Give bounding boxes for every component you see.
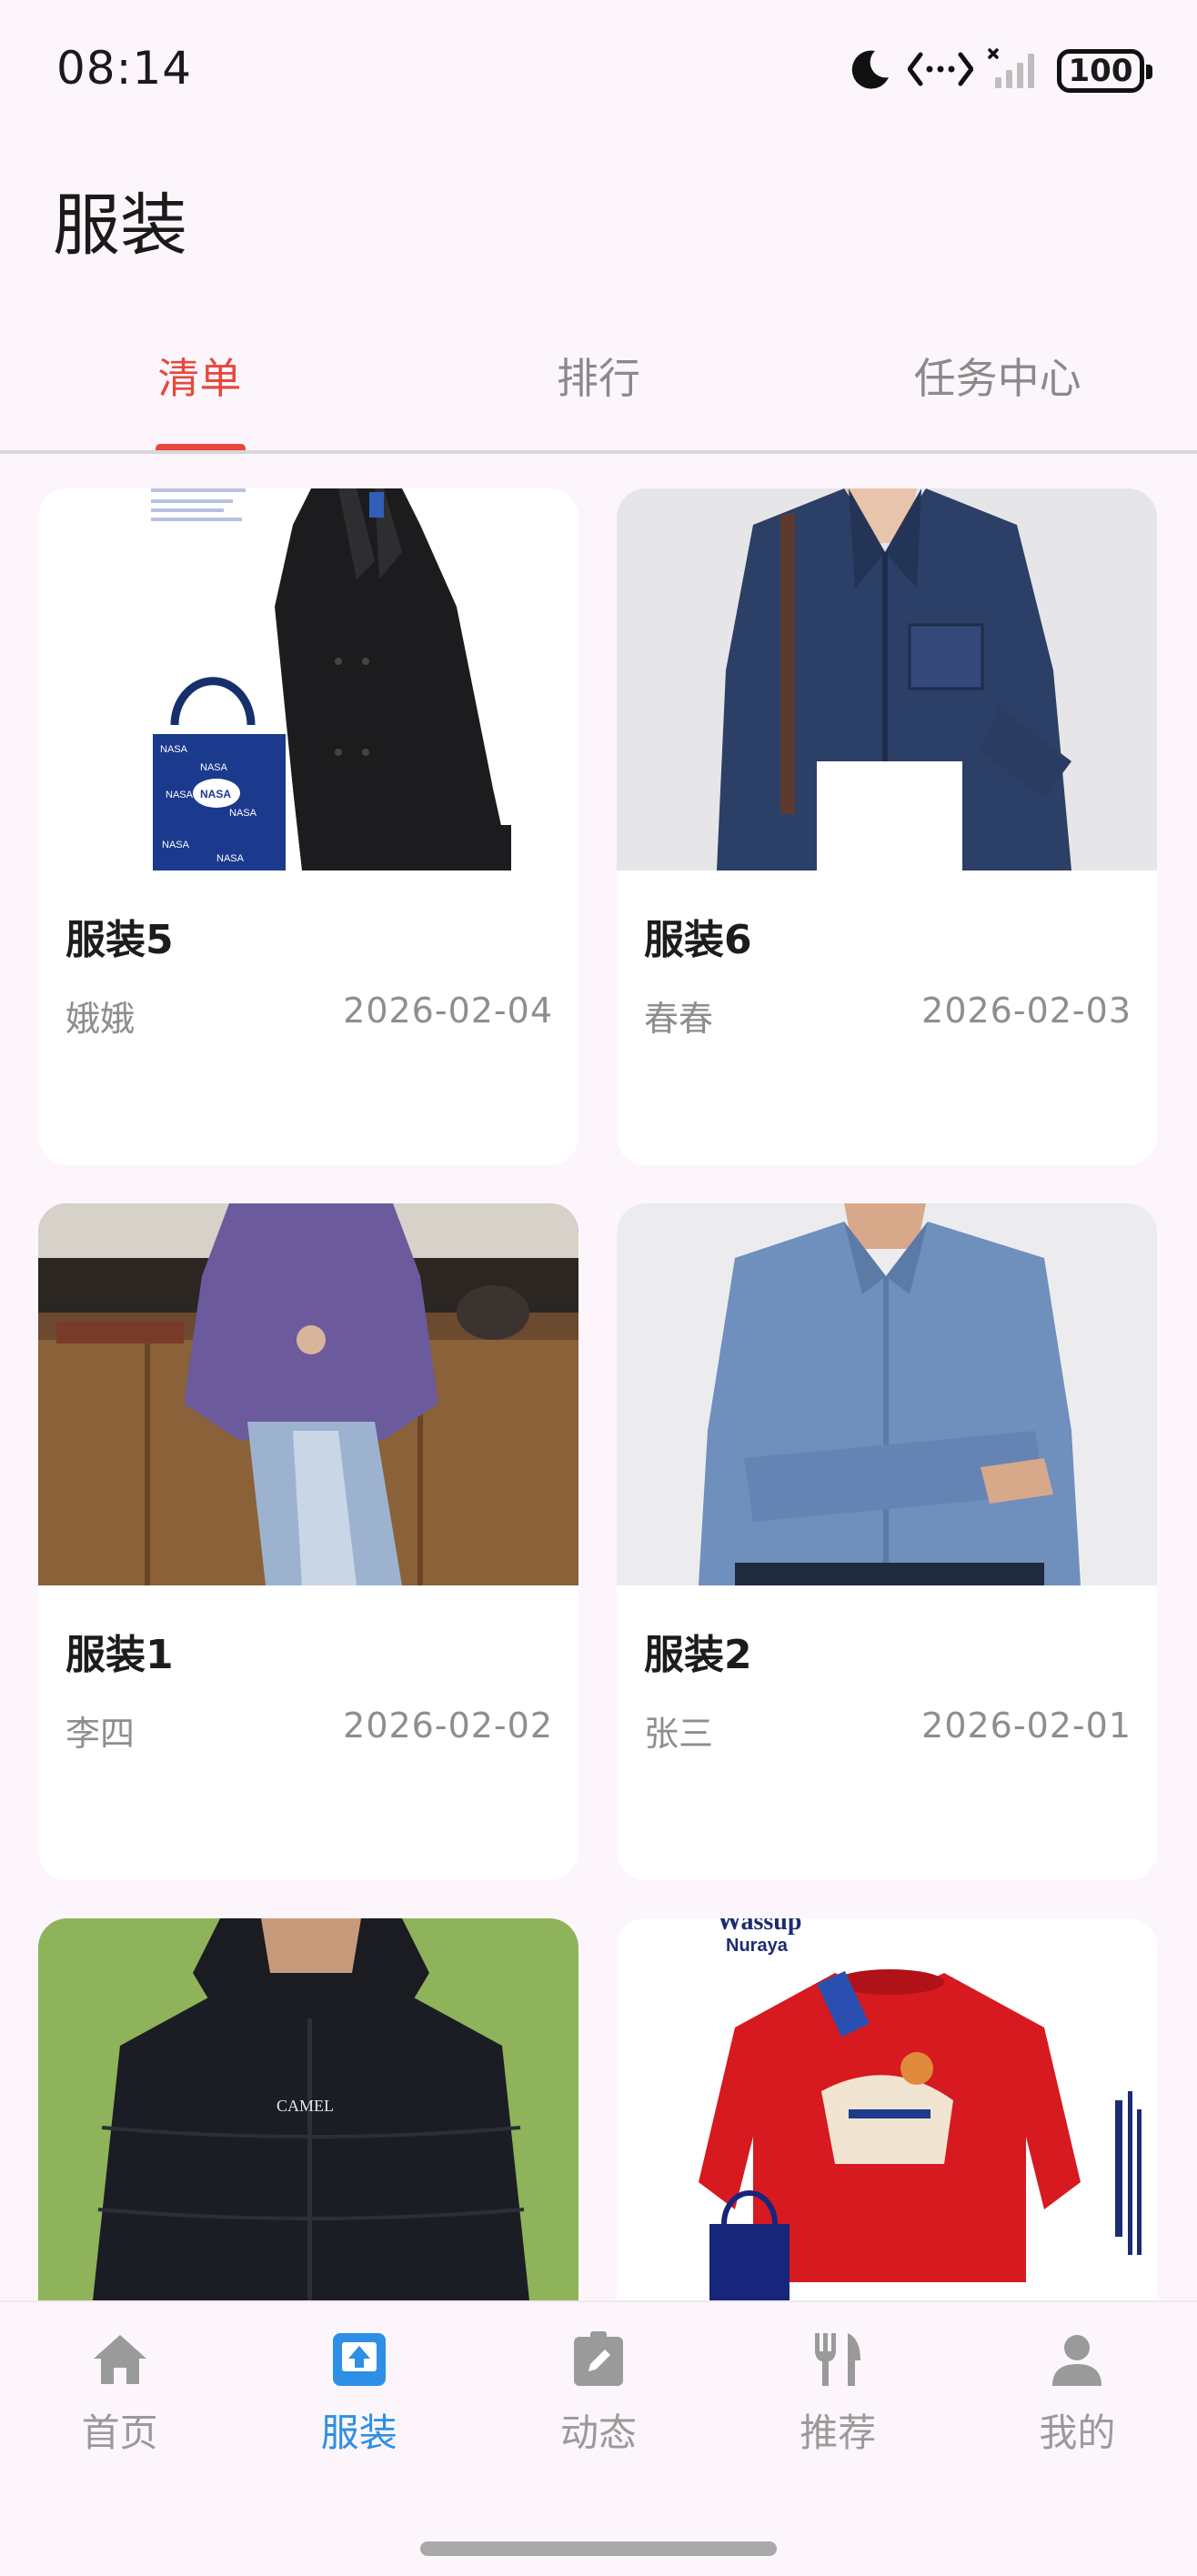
tab-list[interactable]: 清单 [0, 309, 399, 455]
clothing-card[interactable]: NASA NASA NASA NASA NASA NASA NASA 服装5 娥娥 202… [38, 488, 578, 1165]
nav-home[interactable]: 首页 [0, 2329, 239, 2484]
signal-off-icon [988, 48, 1042, 94]
data-transfer-icon [907, 49, 974, 93]
tab-ranking-label: 排行 [557, 354, 640, 403]
clothing-card[interactable]: 服装6 春春 2026-02-03 [617, 488, 1157, 1165]
clothing-card[interactable]: Wassup Nuraya [617, 1918, 1157, 2300]
clothing-image-puffer-jacket: CAMEL [38, 1918, 578, 2300]
wassup-brand-text: Wassup [717, 1918, 801, 1936]
svg-text:NASA: NASA [166, 790, 194, 800]
svg-text:NASA: NASA [200, 788, 231, 800]
nav-recommend-label: 推荐 [800, 2410, 877, 2455]
card-title: 服装1 [65, 1632, 174, 1678]
battery-icon: 100 [1057, 49, 1152, 93]
status-time: 08:14 [56, 42, 193, 95]
tab-list-label: 清单 [157, 354, 242, 403]
nav-clothing[interactable]: 服装 [239, 2329, 478, 2484]
card-author: 李四 [65, 1714, 136, 1754]
card-date: 2026-02-02 [343, 1706, 553, 1746]
nav-updates-label: 动态 [560, 2410, 638, 2455]
fork-knife-icon [808, 2329, 868, 2393]
card-title: 服装6 [644, 917, 752, 963]
tab-task-center-label: 任务中心 [913, 354, 1081, 403]
nuraya-brand-text: Nuraya [726, 1936, 789, 1956]
upload-icon [329, 2329, 389, 2393]
clothing-card[interactable]: 服装2 张三 2026-02-01 [617, 1203, 1157, 1880]
card-title: 服装5 [65, 917, 174, 963]
nav-clothing-label: 服装 [320, 2410, 397, 2455]
camel-logo-text: CAMEL [277, 2097, 334, 2115]
person-icon [1047, 2329, 1107, 2393]
nav-home-label: 首页 [81, 2410, 158, 2455]
edit-clipboard-icon [568, 2329, 629, 2393]
svg-text:NASA: NASA [229, 808, 257, 819]
card-date: 2026-02-01 [921, 1706, 1132, 1746]
moon-icon [848, 46, 893, 96]
nav-profile[interactable]: 我的 [958, 2329, 1197, 2484]
nav-profile-label: 我的 [1039, 2410, 1116, 2455]
clothing-card[interactable]: 服装1 李四 2026-02-02 [38, 1203, 578, 1880]
app-screen: 08:14 100 服装 清单 排行 任务中心 NASA NASA NASA N… [0, 0, 1197, 2576]
svg-text:NASA: NASA [216, 853, 245, 864]
clothing-list[interactable]: NASA NASA NASA NASA NASA NASA NASA 服装5 娥娥 202… [0, 454, 1197, 2300]
svg-text:NASA: NASA [160, 744, 188, 755]
clothing-image-denim-shirt [617, 488, 1157, 870]
page-title: 服装 [53, 186, 187, 265]
card-author: 娥娥 [65, 999, 136, 1039]
svg-text:NASA: NASA [162, 840, 190, 850]
clothing-card[interactable]: CAMEL [38, 1918, 578, 2300]
status-icons: 100 [848, 44, 1152, 98]
clothing-image-blue-shirt [617, 1203, 1157, 1585]
card-title: 服装2 [644, 1632, 752, 1678]
status-bar: 08:14 100 [0, 0, 1197, 136]
home-indicator[interactable] [420, 2541, 777, 2556]
nav-updates[interactable]: 动态 [478, 2329, 718, 2484]
card-author: 春春 [644, 999, 714, 1039]
card-date: 2026-02-04 [343, 991, 553, 1031]
battery-level: 100 [1068, 53, 1133, 89]
svg-text:NASA: NASA [200, 762, 228, 773]
bottom-nav: 首页 服装 动态 推荐 我的 [0, 2300, 1197, 2576]
home-icon [90, 2329, 150, 2393]
card-author: 张三 [644, 1714, 714, 1754]
tab-ranking[interactable]: 排行 [399, 309, 799, 455]
card-date: 2026-02-03 [921, 991, 1132, 1031]
clothing-grid: NASA NASA NASA NASA NASA NASA NASA 服装5 娥娥 202… [38, 488, 1159, 2300]
tab-bar: 清单 排行 任务中心 [0, 309, 1197, 455]
nav-recommend[interactable]: 推荐 [719, 2329, 958, 2484]
clothing-image-purple-knit [38, 1203, 578, 1585]
clothing-image-red-sweater: Wassup Nuraya [617, 1918, 1157, 2300]
tab-task-center[interactable]: 任务中心 [798, 309, 1197, 455]
clothing-image-trench-coat: NASA NASA NASA NASA NASA NASA NASA [38, 488, 578, 870]
